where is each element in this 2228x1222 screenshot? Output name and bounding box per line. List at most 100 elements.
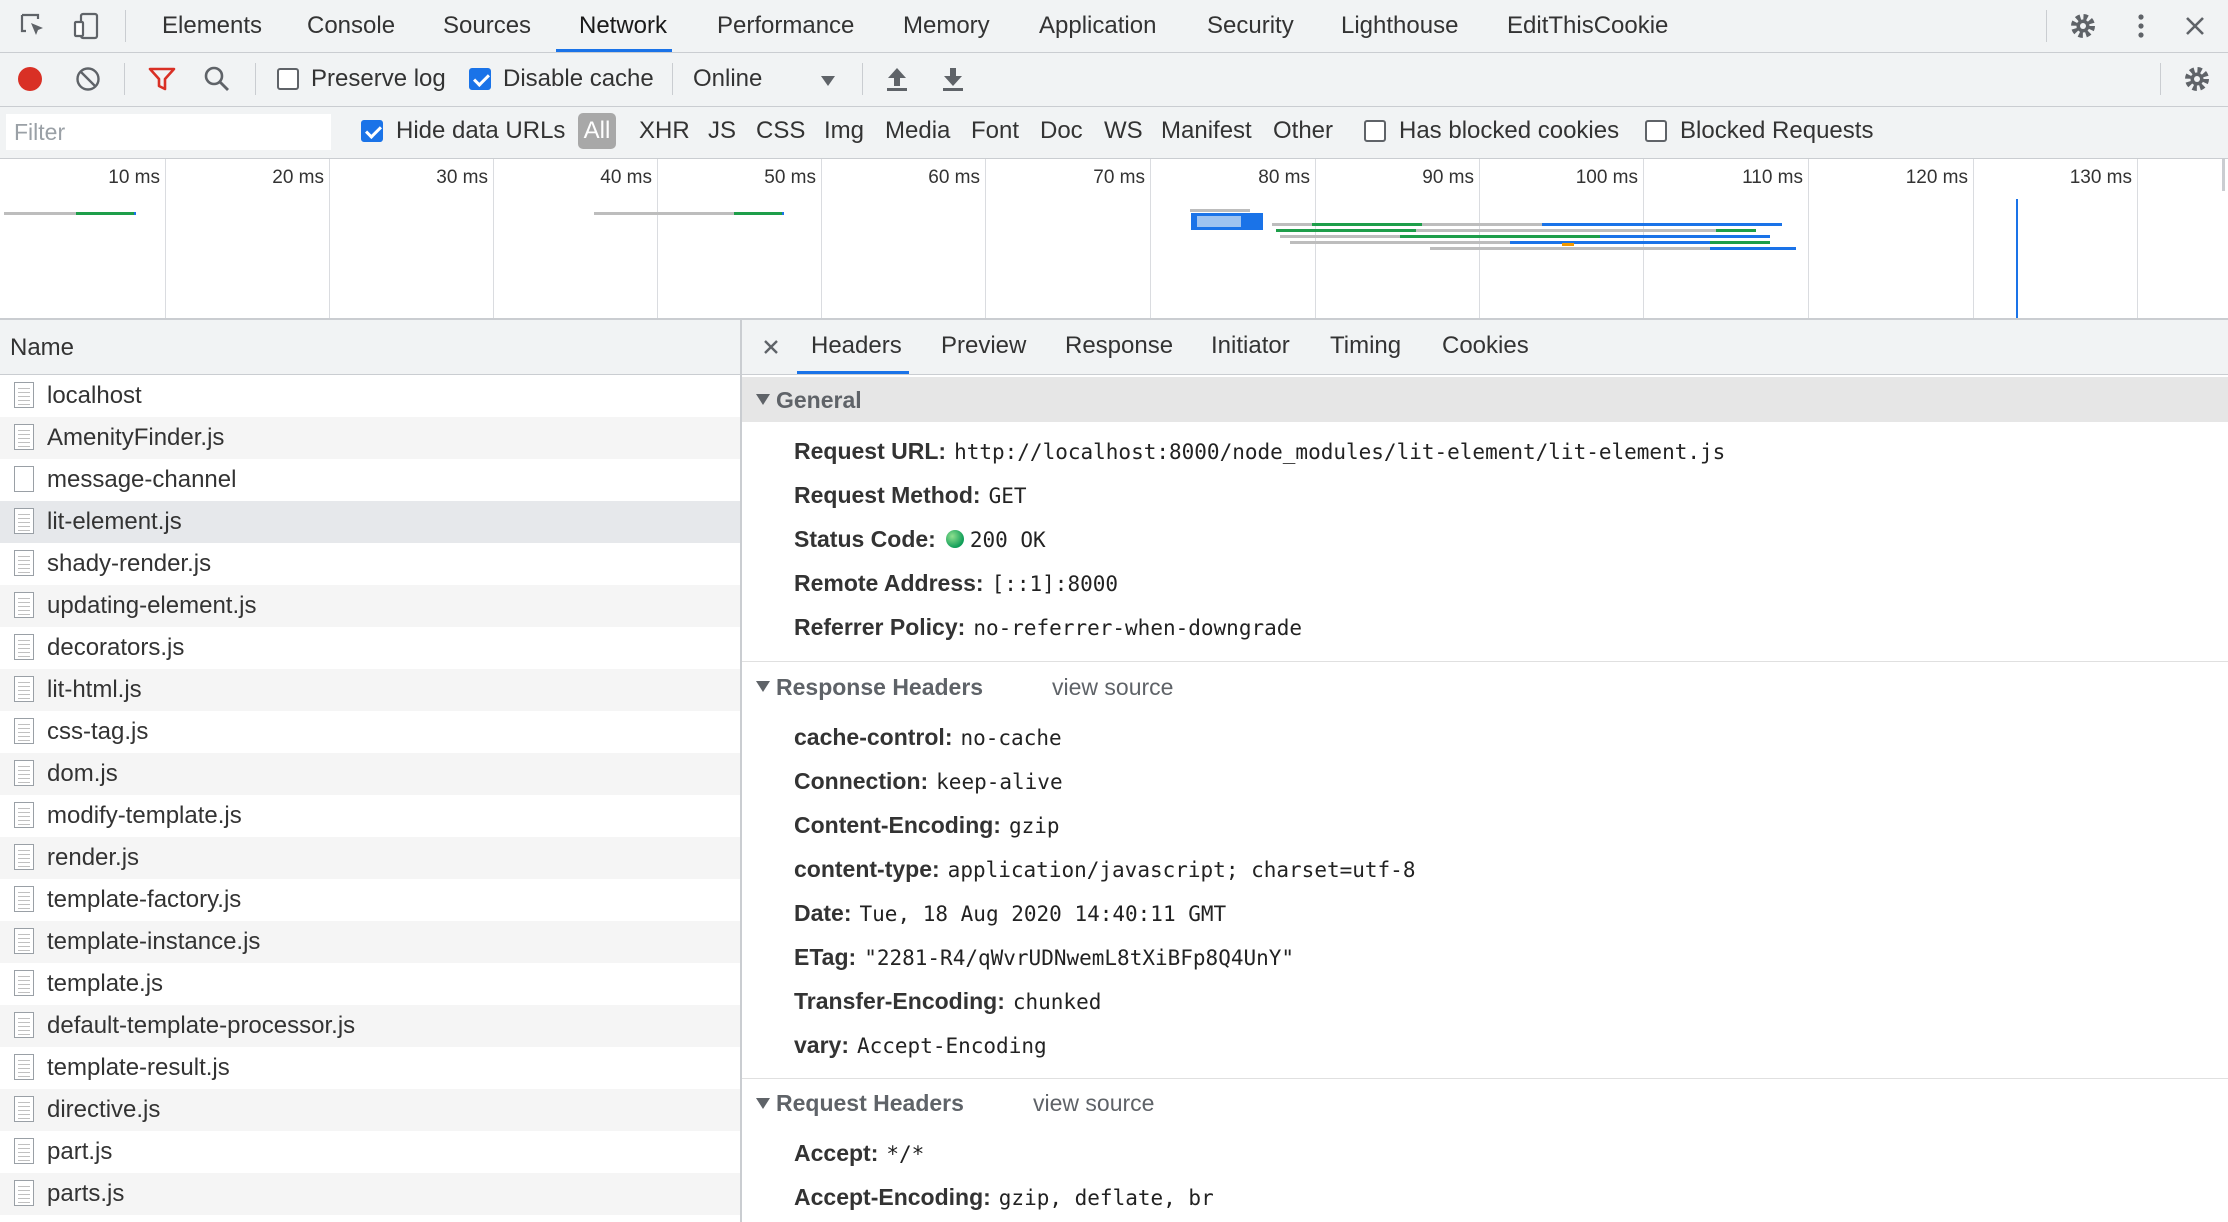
tab-initiator[interactable]: Initiator (1211, 332, 1290, 360)
header-key: Referrer Policy: (794, 614, 966, 640)
type-filter-xhr[interactable]: XHR (639, 117, 690, 145)
type-filter-media[interactable]: Media (885, 117, 950, 145)
overview-bar (134, 212, 136, 215)
tab-timing[interactable]: Timing (1330, 332, 1401, 360)
close-devtools-icon[interactable] (2180, 11, 2210, 41)
close-details-icon[interactable] (762, 338, 780, 356)
tab-cookies[interactable]: Cookies (1442, 332, 1529, 360)
request-row[interactable]: template.js (0, 963, 740, 1005)
request-row-selected[interactable]: lit-element.js (0, 501, 740, 543)
request-row[interactable]: AmenityFinder.js (0, 417, 740, 459)
type-filter-all[interactable]: All (578, 113, 616, 149)
request-row[interactable]: lit-html.js (0, 669, 740, 711)
overview-resize-handle[interactable] (2222, 159, 2225, 191)
divider (672, 63, 673, 95)
record-button[interactable] (17, 66, 43, 92)
settings-gear-icon[interactable] (2068, 11, 2098, 41)
overview-bar (1312, 223, 1422, 226)
view-source-link[interactable]: view source (1033, 1090, 1154, 1117)
request-row[interactable]: template-factory.js (0, 879, 740, 921)
gridline (1973, 159, 1974, 318)
request-row[interactable]: part.js (0, 1131, 740, 1173)
request-row[interactable]: message-channel (0, 459, 740, 501)
document-icon (14, 1096, 34, 1122)
export-har-icon[interactable] (940, 65, 966, 93)
request-name: parts.js (47, 1180, 125, 1207)
request-row[interactable]: parts.js (0, 1173, 740, 1215)
tab-console[interactable]: Console (307, 0, 395, 52)
header-key: Date: (794, 900, 852, 926)
type-filter-js[interactable]: JS (708, 117, 736, 145)
request-name: decorators.js (47, 634, 185, 661)
filter-funnel-icon[interactable] (148, 66, 176, 92)
clear-icon[interactable] (75, 66, 101, 92)
tick-label: 80 ms (1258, 167, 1310, 188)
network-settings-gear-icon[interactable] (2182, 64, 2212, 94)
request-row[interactable]: shady-render.js (0, 543, 740, 585)
tab-memory[interactable]: Memory (903, 0, 990, 52)
tab-performance[interactable]: Performance (717, 0, 854, 52)
active-tab-indicator (797, 371, 909, 374)
more-options-icon[interactable] (2126, 11, 2156, 41)
type-filter-manifest[interactable]: Manifest (1161, 117, 1252, 145)
throttling-select[interactable]: Online (693, 65, 762, 93)
tab-elements[interactable]: Elements (162, 0, 262, 52)
request-row[interactable]: dom.js (0, 753, 740, 795)
request-row[interactable]: localhost (0, 375, 740, 417)
request-name: dom.js (47, 760, 118, 787)
tab-response[interactable]: Response (1065, 332, 1173, 360)
header-row: Transfer-Encoding: chunked (794, 988, 1101, 1015)
tick-label: 20 ms (272, 167, 324, 188)
header-key: Accept: (794, 1140, 879, 1166)
tab-editthiscookie[interactable]: EditThisCookie (1507, 0, 1668, 52)
tab-application[interactable]: Application (1039, 0, 1156, 52)
gridline (493, 159, 494, 318)
request-row[interactable]: updating-element.js (0, 585, 740, 627)
tab-lighthouse[interactable]: Lighthouse (1341, 0, 1458, 52)
filter-input[interactable] (6, 114, 331, 150)
device-toolbar-icon[interactable] (72, 11, 102, 41)
blank-document-icon (14, 466, 34, 492)
view-source-link[interactable]: view source (1052, 674, 1173, 701)
load-event-line (2016, 199, 2018, 318)
header-row: Accept-Encoding: gzip, deflate, br (794, 1184, 1214, 1211)
request-row[interactable]: css-tag.js (0, 711, 740, 753)
type-filter-doc[interactable]: Doc (1040, 117, 1083, 145)
request-row[interactable]: template-instance.js (0, 921, 740, 963)
request-row[interactable]: render.js (0, 837, 740, 879)
tab-network[interactable]: Network (579, 0, 667, 52)
type-filter-other[interactable]: Other (1273, 117, 1333, 145)
timeline-overview[interactable]: 10 ms 20 ms 30 ms 40 ms 50 ms 60 ms 70 m… (0, 159, 2228, 320)
type-filter-ws[interactable]: WS (1104, 117, 1143, 145)
import-har-icon[interactable] (884, 65, 910, 93)
tab-preview[interactable]: Preview (941, 332, 1026, 360)
search-icon[interactable] (203, 65, 231, 93)
general-section-header[interactable]: General (742, 377, 2228, 422)
header-row: ETag: "2281-R4/qWvrUDNwemL8tXiBFp8Q4UnY" (794, 944, 1294, 971)
inspect-element-icon[interactable] (18, 11, 48, 41)
request-headers-section-header[interactable]: Request Headers view source (742, 1081, 2228, 1125)
tab-headers[interactable]: Headers (811, 332, 902, 360)
hide-data-urls-checkbox[interactable] (361, 120, 383, 142)
type-filter-font[interactable]: Font (971, 117, 1019, 145)
overview-bar (76, 212, 134, 215)
request-row[interactable]: modify-template.js (0, 795, 740, 837)
request-row[interactable]: template-result.js (0, 1047, 740, 1089)
request-row[interactable]: decorators.js (0, 627, 740, 669)
header-value: Accept-Encoding (856, 1034, 1047, 1058)
preserve-log-checkbox[interactable] (277, 68, 299, 90)
request-row[interactable]: default-template-processor.js (0, 1005, 740, 1047)
name-column-header[interactable]: Name (0, 320, 740, 375)
request-row[interactable]: directive.js (0, 1089, 740, 1131)
tick-label: 110 ms (1742, 167, 1803, 188)
type-filter-img[interactable]: Img (824, 117, 864, 145)
header-value: no-cache (960, 726, 1062, 750)
hide-data-urls-label: Hide data URLs (396, 117, 566, 144)
tab-sources[interactable]: Sources (443, 0, 531, 52)
response-headers-section-header[interactable]: Response Headers view source (742, 664, 2228, 708)
type-filter-css[interactable]: CSS (756, 117, 805, 145)
tab-security[interactable]: Security (1207, 0, 1294, 52)
has-blocked-cookies-checkbox[interactable] (1364, 120, 1386, 142)
blocked-requests-checkbox[interactable] (1645, 120, 1667, 142)
disable-cache-checkbox[interactable] (469, 68, 491, 90)
